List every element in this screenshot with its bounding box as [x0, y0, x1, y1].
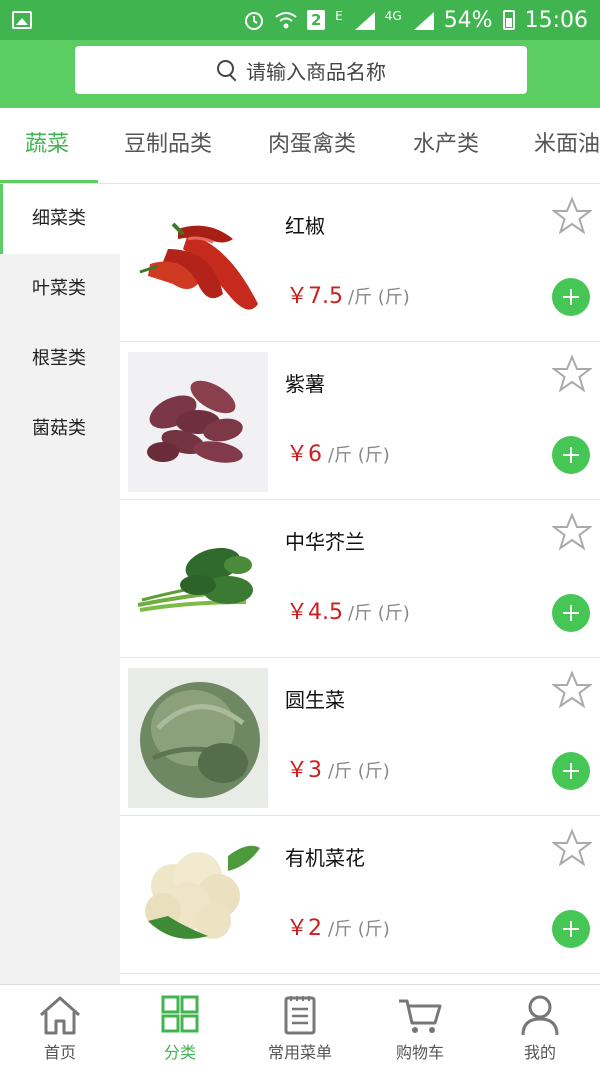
- nav-cart[interactable]: 购物车: [360, 985, 480, 1067]
- subcategory-sidebar: 细菜类 叶菜类 根茎类 菌菇类: [0, 184, 120, 984]
- product-image-red-pepper: [128, 194, 268, 334]
- product-unit: /斤 (斤): [348, 603, 410, 624]
- alarm-icon: [245, 12, 264, 30]
- add-to-cart-button[interactable]: [552, 594, 590, 632]
- product-unit: /斤 (斤): [348, 287, 410, 308]
- product-row[interactable]: 紫薯 ￥6 /斤 (斤): [120, 342, 600, 500]
- add-to-cart-button[interactable]: [552, 278, 590, 316]
- favorite-star-icon[interactable]: [552, 196, 592, 236]
- product-row[interactable]: 圆生菜 ￥3 /斤 (斤): [120, 658, 600, 816]
- nav-category-label: 分类: [163, 1043, 196, 1062]
- tab-meat-eggs-poultry[interactable]: 肉蛋禽类: [268, 108, 356, 183]
- favorite-star-icon[interactable]: [552, 670, 592, 710]
- tab-seafood[interactable]: 水产类: [413, 108, 479, 183]
- product-price: ￥7.5: [286, 284, 343, 309]
- product-row[interactable]: 红椒 ￥7.5 /斤 (斤): [120, 184, 600, 342]
- status-bar: 2 E 4G 54% 15:06: [0, 0, 600, 40]
- search-header: 请输入商品名称: [0, 40, 600, 108]
- product-price: ￥2: [286, 916, 322, 941]
- add-to-cart-button[interactable]: [552, 910, 590, 948]
- clock: 15:06: [524, 7, 588, 33]
- sidebar-item-root-vegetables[interactable]: 根茎类: [0, 324, 120, 394]
- product-name: 有机菜花: [285, 846, 365, 870]
- bottom-navigation: 首页 分类 常用菜单 购物车 我的: [0, 984, 600, 1067]
- favorite-star-icon[interactable]: [552, 828, 592, 868]
- product-name: 红椒: [285, 214, 325, 238]
- product-row[interactable]: 中华芥兰 ￥4.5 /斤 (斤): [120, 500, 600, 658]
- add-to-cart-button[interactable]: [552, 752, 590, 790]
- favorite-star-icon[interactable]: [552, 354, 592, 394]
- user-icon: [521, 995, 559, 1036]
- grid-icon: [161, 995, 199, 1033]
- product-unit: /斤 (斤): [328, 919, 390, 940]
- nav-cart-label: 购物车: [395, 1043, 444, 1062]
- active-tab-indicator: [0, 180, 98, 183]
- add-to-cart-button[interactable]: [552, 436, 590, 474]
- home-icon: [39, 996, 81, 1035]
- nav-home[interactable]: 首页: [0, 985, 120, 1067]
- product-row[interactable]: 有机菜花 ￥2 /斤 (斤): [120, 816, 600, 974]
- product-price: ￥6: [286, 442, 322, 467]
- product-price: ￥4.5: [286, 600, 343, 625]
- product-price: ￥3: [286, 758, 322, 783]
- sidebar-item-fine-vegetables[interactable]: 细菜类: [0, 184, 120, 254]
- tab-vegetables[interactable]: 蔬菜: [25, 108, 69, 183]
- nav-profile-label: 我的: [523, 1043, 556, 1062]
- sidebar-item-mushrooms[interactable]: 菌菇类: [0, 394, 120, 464]
- product-name: 圆生菜: [285, 688, 345, 712]
- product-name: 紫薯: [285, 372, 325, 396]
- search-input[interactable]: 请输入商品名称: [75, 46, 527, 94]
- product-name: 中华芥兰: [285, 530, 365, 554]
- list-icon: [284, 996, 316, 1035]
- product-list: 红椒 ￥7.5 /斤 (斤) 紫薯 ￥6 /斤 (斤) 中华芥兰 ￥4.5 /斤…: [120, 184, 600, 984]
- tab-rice-flour-oil[interactable]: 米面油: [534, 108, 600, 183]
- battery-percent: 54%: [443, 7, 493, 33]
- search-icon: [216, 59, 238, 81]
- network-e-label: E: [335, 9, 343, 23]
- product-unit: /斤 (斤): [328, 445, 390, 466]
- product-image-purple-sweet-potato: [128, 352, 268, 492]
- signal-4g-icon: [412, 10, 434, 30]
- product-image-chinese-kale: [128, 510, 268, 650]
- nav-common-menu[interactable]: 常用菜单: [240, 985, 360, 1067]
- network-4g-label: 4G: [384, 9, 402, 23]
- nav-profile[interactable]: 我的: [480, 985, 600, 1067]
- search-placeholder: 请输入商品名称: [246, 59, 386, 84]
- signal-icon: [353, 10, 375, 30]
- product-image-iceberg-lettuce: [128, 668, 268, 808]
- product-unit: /斤 (斤): [328, 761, 390, 782]
- sidebar-item-leafy-vegetables[interactable]: 叶菜类: [0, 254, 120, 324]
- category-tabs: 蔬菜 豆制品类 肉蛋禽类 水产类 米面油: [0, 108, 600, 184]
- battery-icon: [502, 10, 515, 30]
- product-image-cauliflower: [128, 826, 268, 966]
- nav-home-label: 首页: [43, 1043, 76, 1062]
- gallery-icon: [12, 11, 32, 29]
- nav-common-menu-label: 常用菜单: [267, 1043, 332, 1062]
- sim-slot-badge: 2: [307, 10, 326, 30]
- tab-soy-products[interactable]: 豆制品类: [124, 108, 212, 183]
- cart-icon: [399, 999, 442, 1033]
- nav-category[interactable]: 分类: [120, 985, 240, 1067]
- wifi-icon: [275, 12, 297, 29]
- favorite-star-icon[interactable]: [552, 512, 592, 552]
